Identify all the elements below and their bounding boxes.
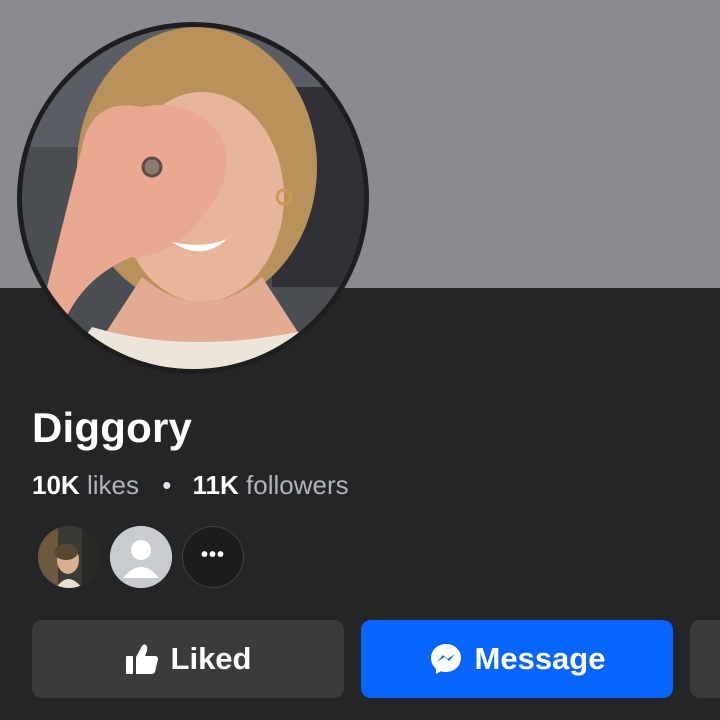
page-name: Diggory	[32, 404, 193, 451]
more-friends-button[interactable]: •••	[182, 526, 244, 588]
profile-photo-image	[22, 27, 364, 369]
more-options-button[interactable]	[690, 620, 720, 698]
profile-picture[interactable]	[17, 22, 369, 374]
friend-avatar-default[interactable]	[110, 526, 172, 588]
more-dots-icon: •••	[200, 544, 225, 566]
followers-count: 11K	[192, 470, 239, 500]
message-label: Message	[474, 641, 606, 676]
thumbs-up-icon	[125, 643, 159, 675]
liked-label: Liked	[170, 641, 252, 676]
likes-count: 10K	[32, 470, 80, 500]
likes-label: likes	[86, 470, 139, 500]
message-button[interactable]: Message	[361, 620, 673, 698]
messenger-icon	[429, 642, 463, 676]
default-avatar-icon	[110, 526, 172, 588]
followers-label: followers	[246, 470, 349, 500]
liked-button[interactable]: Liked	[32, 620, 344, 698]
friend-avatar[interactable]	[38, 526, 100, 588]
stats-separator: •	[162, 470, 172, 500]
page-stats[interactable]: 10K likes • 11K followers	[32, 468, 349, 502]
